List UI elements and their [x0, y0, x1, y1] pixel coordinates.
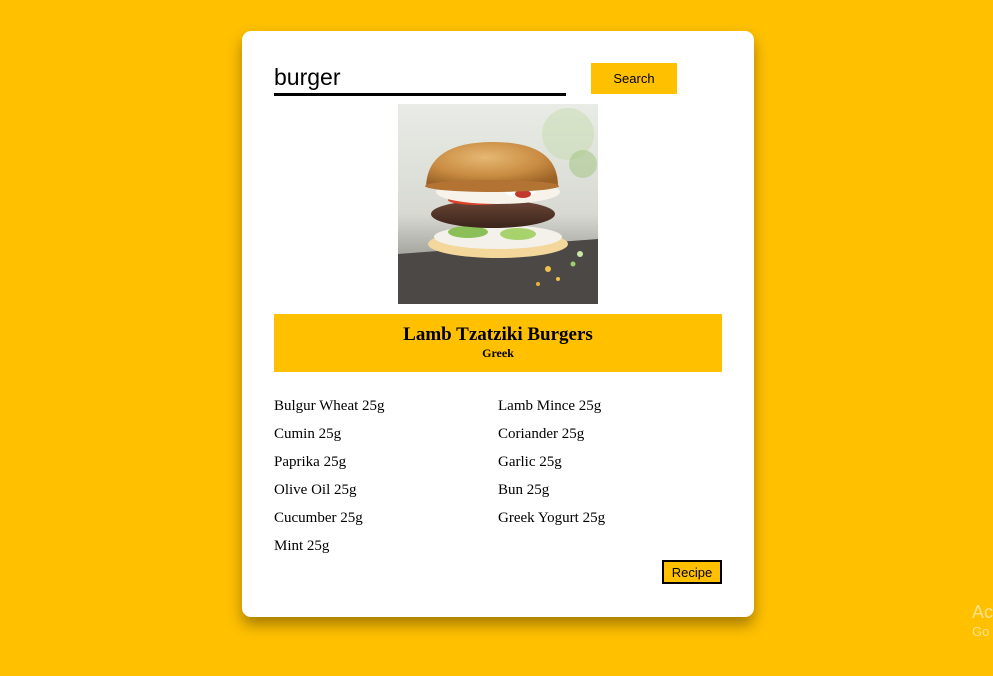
ingredient-item: Cucumber 25g: [274, 510, 363, 526]
ingredient-item: Olive Oil 25g: [274, 482, 357, 498]
ingredient-item: Greek Yogurt 25g: [498, 510, 606, 526]
ingredient-item: Mint 25g: [274, 538, 330, 554]
ingredient-item: Paprika 25g: [274, 454, 347, 470]
search-input[interactable]: [274, 61, 566, 96]
watermark-line-1: Ac: [972, 602, 993, 622]
ingredient-item: Cumin 25g: [274, 426, 342, 442]
burger-photo: [398, 104, 598, 304]
search-button[interactable]: Search: [591, 63, 677, 94]
recipe-title-band: Lamb Tzatziki Burgers Greek: [274, 314, 722, 372]
ingredient-item: Garlic 25g: [498, 454, 562, 470]
recipe-button[interactable]: Recipe: [662, 560, 722, 584]
recipe-image: [398, 104, 598, 304]
watermark-line-2: Go: [972, 624, 990, 639]
ingredient-item: Bulgur Wheat 25g: [274, 398, 385, 414]
recipe-cuisine: Greek: [482, 346, 514, 360]
ingredient-list: Bulgur Wheat 25g Lamb Mince 25g Cumin 25…: [274, 395, 722, 563]
ingredient-item: Coriander 25g: [498, 426, 585, 442]
ingredient-item: Lamb Mince 25g: [498, 398, 602, 414]
activation-watermark: Ac Go: [972, 601, 993, 641]
ingredient-item: Bun 25g: [498, 482, 550, 498]
recipe-card: Search: [242, 31, 754, 617]
recipe-title: Lamb Tzatziki Burgers: [403, 324, 593, 345]
